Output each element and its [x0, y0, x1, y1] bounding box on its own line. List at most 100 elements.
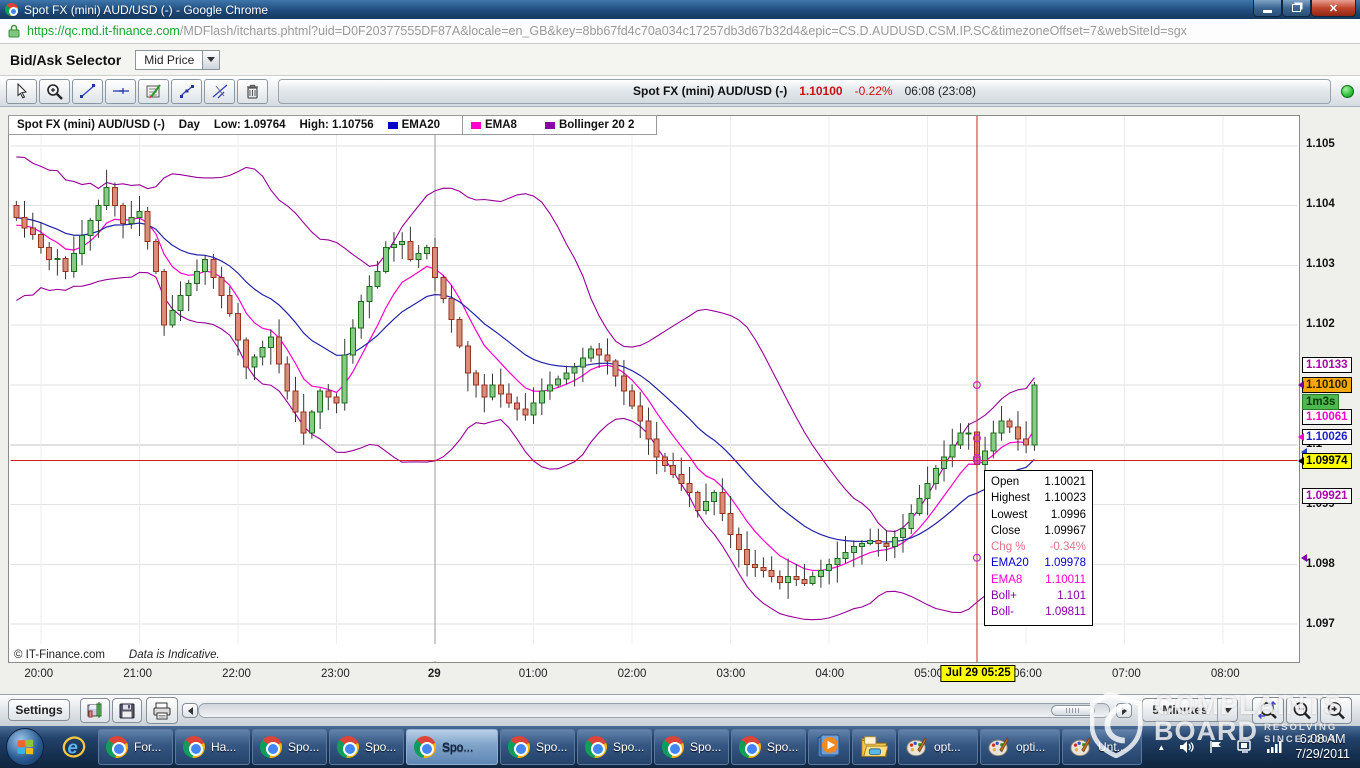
chart-period: Day	[179, 119, 200, 131]
time-tick: 03:00	[716, 668, 745, 680]
chart-session-high: High: 1.10756	[299, 119, 373, 131]
paint-icon	[906, 736, 928, 758]
taskbar-button-label: Spo...	[536, 740, 567, 754]
taskbar-clock[interactable]: 6:08 AM 7/29/2011	[1295, 732, 1350, 762]
polyline-tool-button[interactable]	[171, 79, 202, 104]
taskbar-chrome-window-3[interactable]: Spo...	[252, 729, 327, 765]
network-signal-icon[interactable]	[1267, 741, 1282, 753]
print-button[interactable]	[146, 697, 178, 724]
chevron-down-icon	[1224, 708, 1232, 713]
restore-button[interactable]	[1282, 0, 1311, 17]
chart-header: Spot FX (mini) AUD/USD (-) Day Low: 1.09…	[8, 115, 657, 135]
delete-drawings-button[interactable]	[237, 79, 268, 104]
ema20-swatch-icon	[388, 122, 398, 129]
price-type-value: Mid Price	[136, 53, 202, 67]
parallel-lines-tool-button[interactable]	[204, 79, 235, 104]
price-tick: 1.103	[1306, 258, 1335, 270]
data-tooltip: Open1.10021Highest1.10023Lowest1.0996Clo…	[984, 470, 1093, 626]
time-tick: 20:00	[24, 668, 53, 680]
legend-ema8: EMA8	[471, 119, 531, 131]
tray-expand-icon[interactable]: ▲	[1157, 743, 1165, 752]
taskbar-paint-window-2[interactable]: opti...	[980, 729, 1060, 765]
taskbar-chrome-window-2[interactable]: Ha...	[175, 729, 250, 765]
chrome-icon	[662, 736, 684, 758]
explorer-button[interactable]	[852, 729, 896, 765]
taskbar-chrome-window-4[interactable]: Spo...	[329, 729, 404, 765]
thumb-grip-icon	[1066, 708, 1080, 713]
trend-line-tool-button[interactable]	[72, 79, 103, 104]
scrollbar-thumb[interactable]	[1051, 705, 1095, 716]
interval-dropdown[interactable]: 5 Minutes	[1142, 698, 1238, 722]
taskbar-chrome-window-7[interactable]: Spo...	[577, 729, 652, 765]
taskbar-button-label: Unt...	[1098, 740, 1127, 754]
settings-button[interactable]: Settings	[8, 699, 70, 721]
tooltip-row-ema8: EMA81.10011	[991, 572, 1086, 588]
save-chart-button[interactable]	[80, 698, 110, 723]
paint-icon	[988, 736, 1010, 758]
horizontal-line-tool-button[interactable]	[105, 79, 136, 104]
price-tick: 1.098	[1306, 558, 1335, 570]
volume-icon[interactable]	[1179, 740, 1195, 754]
media-player-button[interactable]	[808, 729, 850, 765]
floppy-icon	[119, 703, 135, 719]
save-button[interactable]	[112, 698, 142, 723]
price-tick: 1.104	[1306, 198, 1335, 210]
axis-arrow-icon	[1298, 381, 1304, 389]
minimize-button[interactable]	[1253, 0, 1282, 17]
indicative-note: Data is Indicative.	[129, 649, 220, 661]
tray-date: 7/29/2011	[1295, 747, 1350, 762]
taskbar-chrome-window-8[interactable]: Spo...	[654, 729, 729, 765]
scroll-right-button[interactable]	[1116, 703, 1132, 718]
price-marker-1.10133: 1.10133	[1302, 357, 1352, 373]
url-bar[interactable]: https://qc.md.it-finance.com/MDFlash/itc…	[0, 19, 1360, 44]
taskbar-chrome-window-5[interactable]: Spo...	[406, 729, 498, 765]
svg-text:e: e	[67, 737, 77, 758]
close-icon: ✕	[1329, 2, 1338, 15]
chrome-icon	[183, 736, 205, 758]
zoom-pan-button[interactable]	[1252, 697, 1284, 724]
start-button[interactable]	[6, 728, 44, 766]
chrome-icon	[739, 736, 761, 758]
price-marker-1.09921: 1.09921	[1302, 488, 1352, 504]
scroll-left-button[interactable]	[182, 703, 198, 718]
tooltip-row-boll-: Boll-1.09811	[991, 604, 1086, 620]
chart-scrollbar[interactable]	[198, 703, 1110, 718]
folder-icon	[860, 735, 888, 759]
price-marker-1.10061: 1.10061	[1302, 409, 1352, 425]
chrome-icon	[5, 3, 18, 16]
chart-footer: © IT-Finance.com Data is Indicative.	[14, 648, 226, 662]
zoom-out-button[interactable]	[1286, 697, 1318, 724]
taskbar-paint-window-3[interactable]: Unt...	[1062, 729, 1142, 765]
edit-chart-tool-button[interactable]	[138, 79, 169, 104]
bidask-selector-label: Bid/Ask Selector	[10, 52, 121, 68]
tooltip-row-boll-: Boll+1.101	[991, 588, 1086, 604]
time-tick: 04:00	[815, 668, 844, 680]
zoom-in-icon	[1326, 701, 1346, 721]
chart-session-low: Low: 1.09764	[214, 119, 286, 131]
interval-dropdown-arrow[interactable]	[1217, 699, 1237, 721]
device-icon[interactable]	[1237, 740, 1253, 754]
window-titlebar: Spot FX (mini) AUD/USD (-) - Google Chro…	[0, 0, 1360, 19]
chart-toolbar: Spot FX (mini) AUD/USD (-) 1.10100 -0.22…	[0, 76, 1360, 107]
axis-arrow-icon	[1298, 433, 1304, 441]
price-type-dropdown[interactable]: Mid Price	[135, 50, 220, 70]
save-chart-icon	[87, 702, 104, 719]
window-title: Spot FX (mini) AUD/USD (-) - Google Chro…	[24, 3, 268, 17]
dropdown-arrow[interactable]	[202, 51, 219, 69]
close-button[interactable]: ✕	[1311, 0, 1356, 17]
pointer-tool-button[interactable]	[6, 79, 37, 104]
tooltip-row-ema20: EMA201.09978	[991, 555, 1086, 571]
padlock-icon	[8, 24, 20, 38]
zoom-in-button[interactable]	[1320, 697, 1352, 724]
taskbar-chrome-window-1[interactable]: For...	[98, 729, 173, 765]
internet-explorer-button[interactable]: e	[52, 729, 96, 765]
taskbar-chrome-window-9[interactable]: Spo...	[731, 729, 806, 765]
action-center-flag-icon[interactable]	[1209, 740, 1223, 754]
taskbar-paint-window-1[interactable]: opt...	[898, 729, 978, 765]
taskbar-chrome-window-6[interactable]: Spo...	[500, 729, 575, 765]
time-tick: 22:00	[222, 668, 251, 680]
tooltip-row-close: Close1.09967	[991, 523, 1086, 539]
restore-icon	[1292, 4, 1301, 12]
zoom-area-tool-button[interactable]	[39, 79, 70, 104]
candlestick-chart[interactable]	[8, 115, 1300, 663]
